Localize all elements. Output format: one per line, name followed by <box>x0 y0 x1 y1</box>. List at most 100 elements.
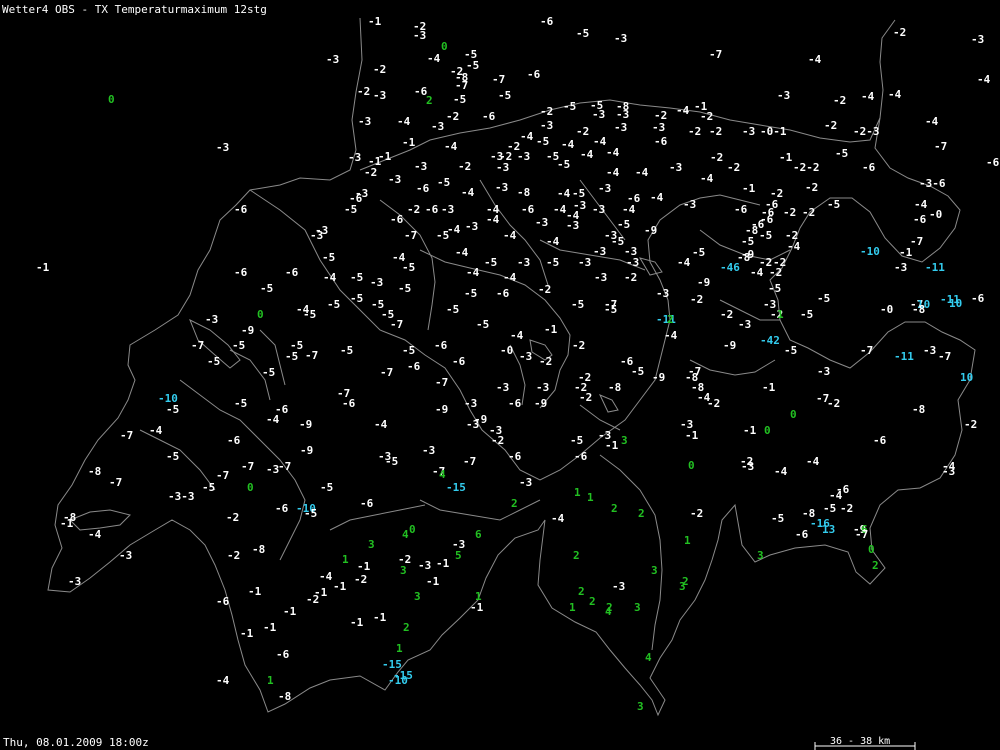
observation-value: -42 <box>760 334 780 347</box>
observation-value: -7 <box>191 339 205 352</box>
observation-value: -2 <box>707 397 721 410</box>
observation-value: -3 <box>942 465 956 478</box>
observation-value: 2 <box>403 621 410 634</box>
observation-value: -3 <box>418 559 432 572</box>
observation-value: -6 <box>482 110 496 123</box>
observation-value: -1 <box>544 323 558 336</box>
switzerland-border-map <box>47 17 976 750</box>
observation-value: -3 <box>496 161 510 174</box>
observation-value: -4 <box>149 424 163 437</box>
observation-value: -0-1 <box>760 125 787 138</box>
observation-value: -3 <box>598 182 612 195</box>
observation-value: -4 <box>635 166 649 179</box>
observation-value: -3 <box>414 160 428 173</box>
observation-value: -6 <box>986 156 1000 169</box>
observation-value: -9 <box>241 324 255 337</box>
observation-value: -5 <box>402 344 416 357</box>
observation-value: -5 <box>344 203 358 216</box>
observation-value: -5 <box>536 135 550 148</box>
observation-value: -6 <box>521 203 535 216</box>
observation-value: -2 <box>576 125 590 138</box>
observation-value: -5 <box>285 350 299 363</box>
observation-value: -5 <box>232 339 246 352</box>
observation-value: -5 <box>453 93 467 106</box>
observation-value: -7 <box>109 476 123 489</box>
observation-value: 3 <box>679 580 686 593</box>
observation-value: -6 <box>508 450 522 463</box>
observation-value: 2 <box>638 507 645 520</box>
observation-value: -4 <box>676 104 690 117</box>
observation-value: -7 <box>492 73 506 86</box>
observation-value: -2 <box>364 166 378 179</box>
observation-value: -5 <box>611 235 625 248</box>
observation-value: -8 <box>517 186 531 199</box>
observation-value: -6 <box>416 182 430 195</box>
observation-value: -4 <box>606 146 620 159</box>
observation-value: -3 <box>422 444 436 457</box>
observation-value: -3 <box>326 53 340 66</box>
observation-value: -6 <box>234 266 248 279</box>
observation-value: -1 <box>605 439 619 452</box>
observation-value: -4 <box>557 187 571 200</box>
observation-value: 0 <box>247 481 254 494</box>
observation-value: 1 <box>569 601 576 614</box>
observation-value: -3 <box>894 261 908 274</box>
observation-value: -6 <box>734 203 748 216</box>
observation-value: -2 <box>690 293 704 306</box>
observation-value: -4 <box>266 413 280 426</box>
observation-value: -3 <box>373 89 387 102</box>
observation-value: 6 <box>475 528 482 541</box>
observation-value: -6 <box>234 203 248 216</box>
observation-value: -1 <box>899 246 913 259</box>
observation-value: -4 <box>664 329 678 342</box>
observation-value: -6 <box>862 161 876 174</box>
observation-value: -3 <box>466 418 480 431</box>
observation-value: -3 <box>592 108 606 121</box>
observation-value: -9 <box>652 371 666 384</box>
observation-value: -7 <box>390 318 404 331</box>
observation-value: -3 <box>971 33 985 46</box>
observation-value: -5 <box>322 251 336 264</box>
observation-value: -2 <box>226 511 240 524</box>
observation-value: -4 <box>829 489 843 502</box>
observation-value: -2 <box>540 105 554 118</box>
observation-value: 3 <box>637 700 644 713</box>
observation-value: -6 <box>434 339 448 352</box>
observation-value: -3 <box>535 216 549 229</box>
observation-value: -2 <box>654 109 668 122</box>
observation-value: -1 <box>333 580 347 593</box>
observation-value: -3 <box>777 89 791 102</box>
observation-value: -2 <box>893 26 907 39</box>
observation-value: -5 <box>234 397 248 410</box>
observation-value: -3 <box>310 229 324 242</box>
observation-value: -4 <box>455 246 469 259</box>
observation-value: -1 <box>779 151 793 164</box>
observation-value: -2 <box>840 502 854 515</box>
observation-value: -4 <box>861 90 875 103</box>
observation-value: -8 <box>608 381 622 394</box>
observation-value: 0 <box>441 40 448 53</box>
observation-value: -3 <box>413 29 427 42</box>
observation-value: -1 <box>248 585 262 598</box>
observation-value: -3 <box>370 276 384 289</box>
observation-value: -4 <box>977 73 991 86</box>
observation-value: -2 <box>690 507 704 520</box>
observation-value: -7 <box>855 528 869 541</box>
observation-value: -3 <box>738 318 752 331</box>
observation-value: -5 <box>563 100 577 113</box>
observation-value: -7 <box>860 344 874 357</box>
observation-value: -4 <box>216 674 230 687</box>
observation-value: -5 <box>385 455 399 468</box>
observation-value: -4 <box>553 203 567 216</box>
observation-value: -9 <box>435 403 449 416</box>
observation-value: -4 <box>466 266 480 279</box>
observation-value: -6 <box>227 434 241 447</box>
observation-value: -3 <box>536 381 550 394</box>
observation-value: -5 <box>166 450 180 463</box>
observation-value: -3 <box>742 125 756 138</box>
observation-value: -4 <box>650 191 664 204</box>
observation-value: -5 <box>303 308 317 321</box>
observation-value: -6 <box>276 648 290 661</box>
observation-value: 3 <box>757 549 764 562</box>
observation-value: -3 <box>519 350 533 363</box>
